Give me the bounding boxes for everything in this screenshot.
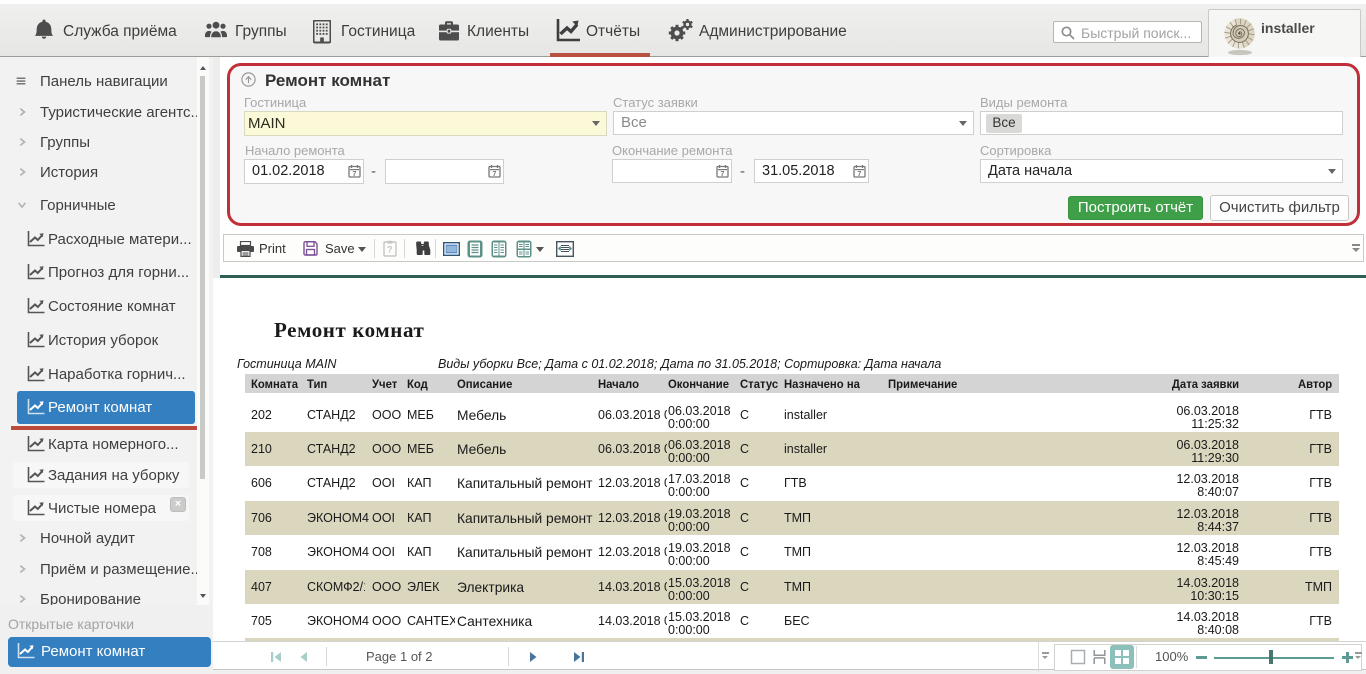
svg-text:7: 7	[493, 171, 497, 178]
svg-text:7: 7	[858, 171, 862, 178]
svg-text:?: ?	[387, 245, 393, 255]
svg-text:7: 7	[353, 171, 357, 178]
svg-text:7: 7	[721, 171, 725, 178]
